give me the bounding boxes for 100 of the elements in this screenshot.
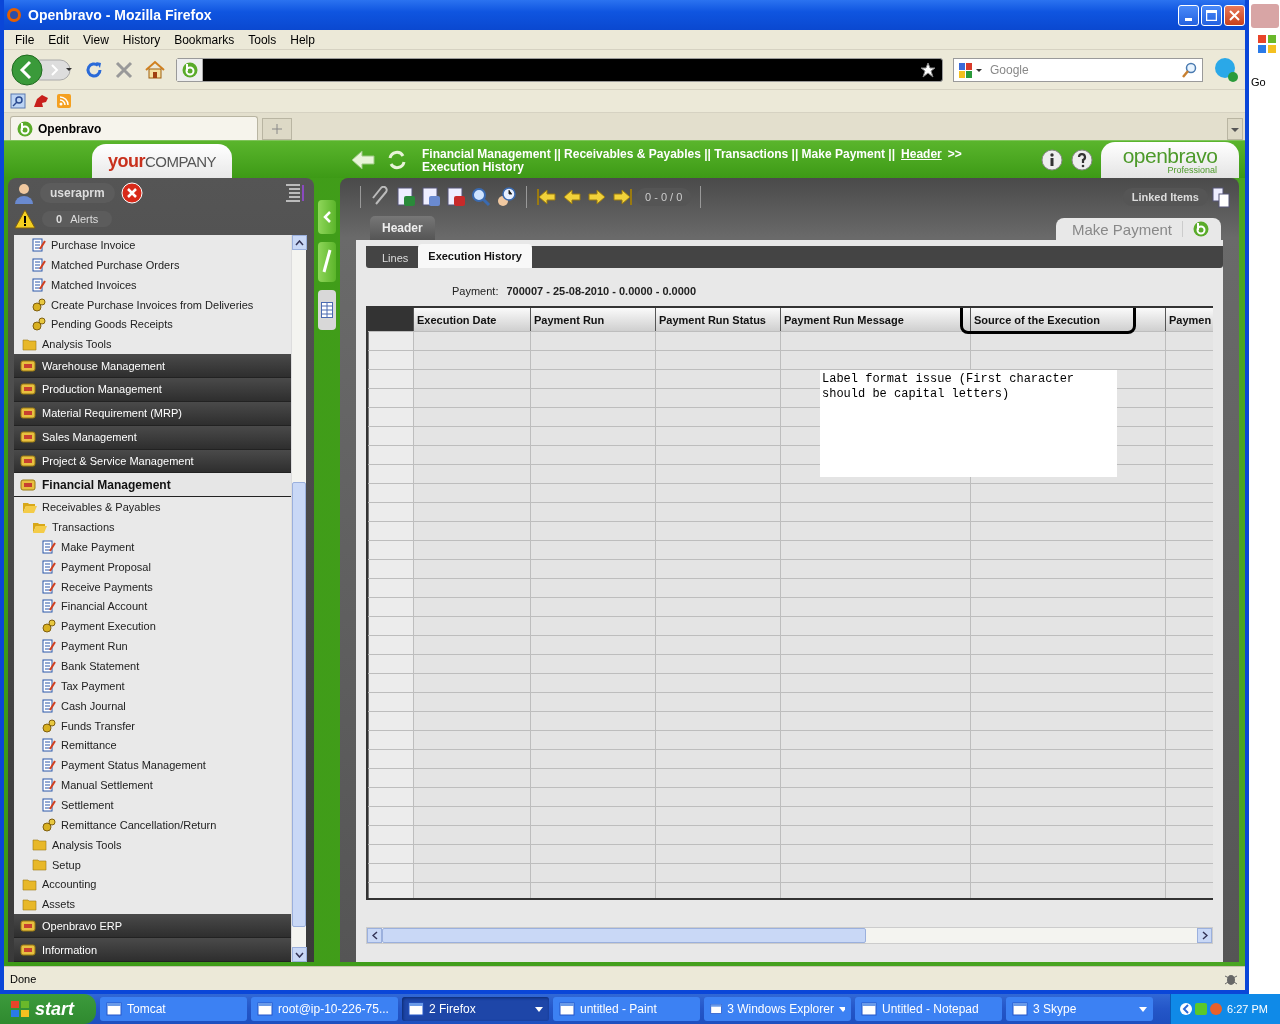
collapse-sidebar-button[interactable]: [318, 200, 336, 234]
menu-section[interactable]: Production Management: [14, 378, 291, 402]
menu-item[interactable]: Bookmarks: [167, 32, 242, 47]
row-header[interactable]: [368, 332, 413, 350]
menu-item[interactable]: Funds Transfer: [14, 715, 291, 736]
row-header[interactable]: [368, 807, 413, 825]
menu-item[interactable]: Matched Invoices: [14, 274, 291, 295]
row-header[interactable]: [368, 731, 413, 749]
menu-item[interactable]: Matched Purchase Orders: [14, 254, 291, 275]
expand-menu-icon[interactable]: [284, 182, 306, 204]
browser-tab[interactable]: Openbravo: [10, 116, 258, 140]
menu-section[interactable]: Information: [14, 938, 291, 962]
menu-item[interactable]: Financial Account: [14, 596, 291, 617]
linked-items-icon[interactable]: [1211, 186, 1231, 208]
menu-item[interactable]: Assets: [14, 894, 291, 915]
taskbar-button[interactable]: untitled - Paint: [553, 997, 700, 1021]
audit-clock-icon[interactable]: [495, 186, 517, 208]
row-header[interactable]: [368, 617, 413, 635]
row-header[interactable]: [368, 522, 413, 540]
skype-icon[interactable]: [1213, 56, 1239, 83]
row-header[interactable]: [368, 560, 413, 578]
menu-item[interactable]: Transactions: [14, 517, 291, 537]
back-button[interactable]: [10, 52, 74, 87]
minimize-button[interactable]: [1178, 4, 1199, 26]
menu-item[interactable]: Analysis Tools: [14, 834, 291, 855]
row-header[interactable]: [368, 769, 413, 787]
column-header[interactable]: Paymen: [1165, 308, 1213, 331]
row-header[interactable]: [368, 883, 413, 898]
scroll-up-icon[interactable]: [295, 239, 304, 246]
edit-view-button[interactable]: [318, 242, 336, 282]
row-header[interactable]: [368, 674, 413, 692]
info-icon[interactable]: [1041, 148, 1063, 171]
menu-item[interactable]: File: [8, 32, 42, 47]
search-icon[interactable]: [1182, 61, 1198, 78]
pdf-export-icon[interactable]: [445, 186, 467, 208]
row-header[interactable]: [368, 636, 413, 654]
grid-view-button[interactable]: [318, 290, 336, 330]
next-record-icon[interactable]: [586, 187, 608, 207]
menu-item[interactable]: Setup: [14, 854, 291, 875]
menu-section[interactable]: Openbravo ERP: [14, 914, 291, 939]
refresh-icon[interactable]: [386, 148, 408, 171]
row-header[interactable]: [368, 370, 413, 388]
column-header[interactable]: Source of the Execution: [970, 308, 1165, 331]
menu-item[interactable]: Tools: [241, 32, 284, 47]
menu-item[interactable]: Accounting: [14, 874, 291, 895]
close-button[interactable]: [1224, 4, 1245, 26]
row-header[interactable]: [368, 541, 413, 559]
row-header[interactable]: [368, 484, 413, 502]
header-tab[interactable]: Header: [370, 216, 435, 240]
row-header[interactable]: [368, 408, 413, 426]
row-header[interactable]: [368, 750, 413, 768]
menu-item[interactable]: Remittance Cancellation/Return: [14, 814, 291, 835]
help-icon[interactable]: [1071, 148, 1093, 171]
menu-item[interactable]: Pending Goods Receipts: [14, 314, 291, 335]
row-header[interactable]: [368, 845, 413, 863]
column-header[interactable]: Payment Run Status: [655, 308, 780, 331]
first-record-icon[interactable]: [536, 187, 558, 207]
column-header[interactable]: Payment Run Message: [780, 308, 970, 331]
row-header[interactable]: [368, 598, 413, 616]
row-header[interactable]: [368, 503, 413, 521]
row-header[interactable]: [368, 826, 413, 844]
previous-record-icon[interactable]: [561, 187, 583, 207]
menu-item[interactable]: Payment Execution: [14, 616, 291, 637]
row-header[interactable]: [368, 389, 413, 407]
horizontal-scrollbar[interactable]: [366, 927, 1213, 944]
taskbar-button[interactable]: root@ip-10-226-75...: [251, 997, 398, 1021]
taskbar-button[interactable]: Untitled - Notepad: [855, 997, 1002, 1021]
search-icon[interactable]: [470, 186, 492, 208]
search-page-icon[interactable]: [10, 93, 26, 109]
menu-item[interactable]: Analysis Tools: [14, 334, 291, 355]
menu-item[interactable]: Receivables & Payables: [14, 497, 291, 518]
menu-section[interactable]: Project & Service Management: [14, 449, 291, 474]
menu-item[interactable]: Bank Statement: [14, 656, 291, 676]
menu-item[interactable]: View: [76, 32, 116, 47]
stop-icon[interactable]: [114, 59, 134, 80]
back-arrow-icon[interactable]: [350, 148, 376, 171]
menu-item[interactable]: Remittance: [14, 735, 291, 756]
menu-item[interactable]: History: [115, 32, 168, 47]
scroll-right-icon[interactable]: [1201, 931, 1208, 940]
menu-item[interactable]: Settlement: [14, 795, 291, 815]
search-field[interactable]: Google: [953, 57, 1203, 82]
row-header[interactable]: [368, 788, 413, 806]
menu-item[interactable]: Tax Payment: [14, 675, 291, 696]
column-header[interactable]: Payment Run: [530, 308, 655, 331]
tab[interactable]: Lines: [372, 248, 419, 268]
row-header[interactable]: [368, 465, 413, 483]
menu-section[interactable]: Material Requirement (MRP): [14, 401, 291, 426]
taskbar-button[interactable]: Tomcat: [100, 997, 247, 1021]
taskbar-button[interactable]: 2 Firefox: [402, 997, 549, 1021]
menu-item[interactable]: Edit: [41, 32, 77, 47]
menu-item[interactable]: Payment Proposal: [14, 556, 291, 577]
menu-item[interactable]: Manual Settlement: [14, 775, 291, 796]
tab-list-icon[interactable]: [1227, 118, 1243, 140]
taskbar-button[interactable]: 3 Windows Explorer: [704, 997, 851, 1021]
menu-section[interactable]: Sales Management: [14, 425, 291, 450]
row-header[interactable]: [368, 427, 413, 445]
tab[interactable]: Execution History: [418, 244, 532, 268]
menu-item[interactable]: Help: [283, 32, 322, 47]
star-icon[interactable]: [920, 61, 936, 78]
taskbar-button[interactable]: 3 Skype: [1006, 997, 1153, 1021]
